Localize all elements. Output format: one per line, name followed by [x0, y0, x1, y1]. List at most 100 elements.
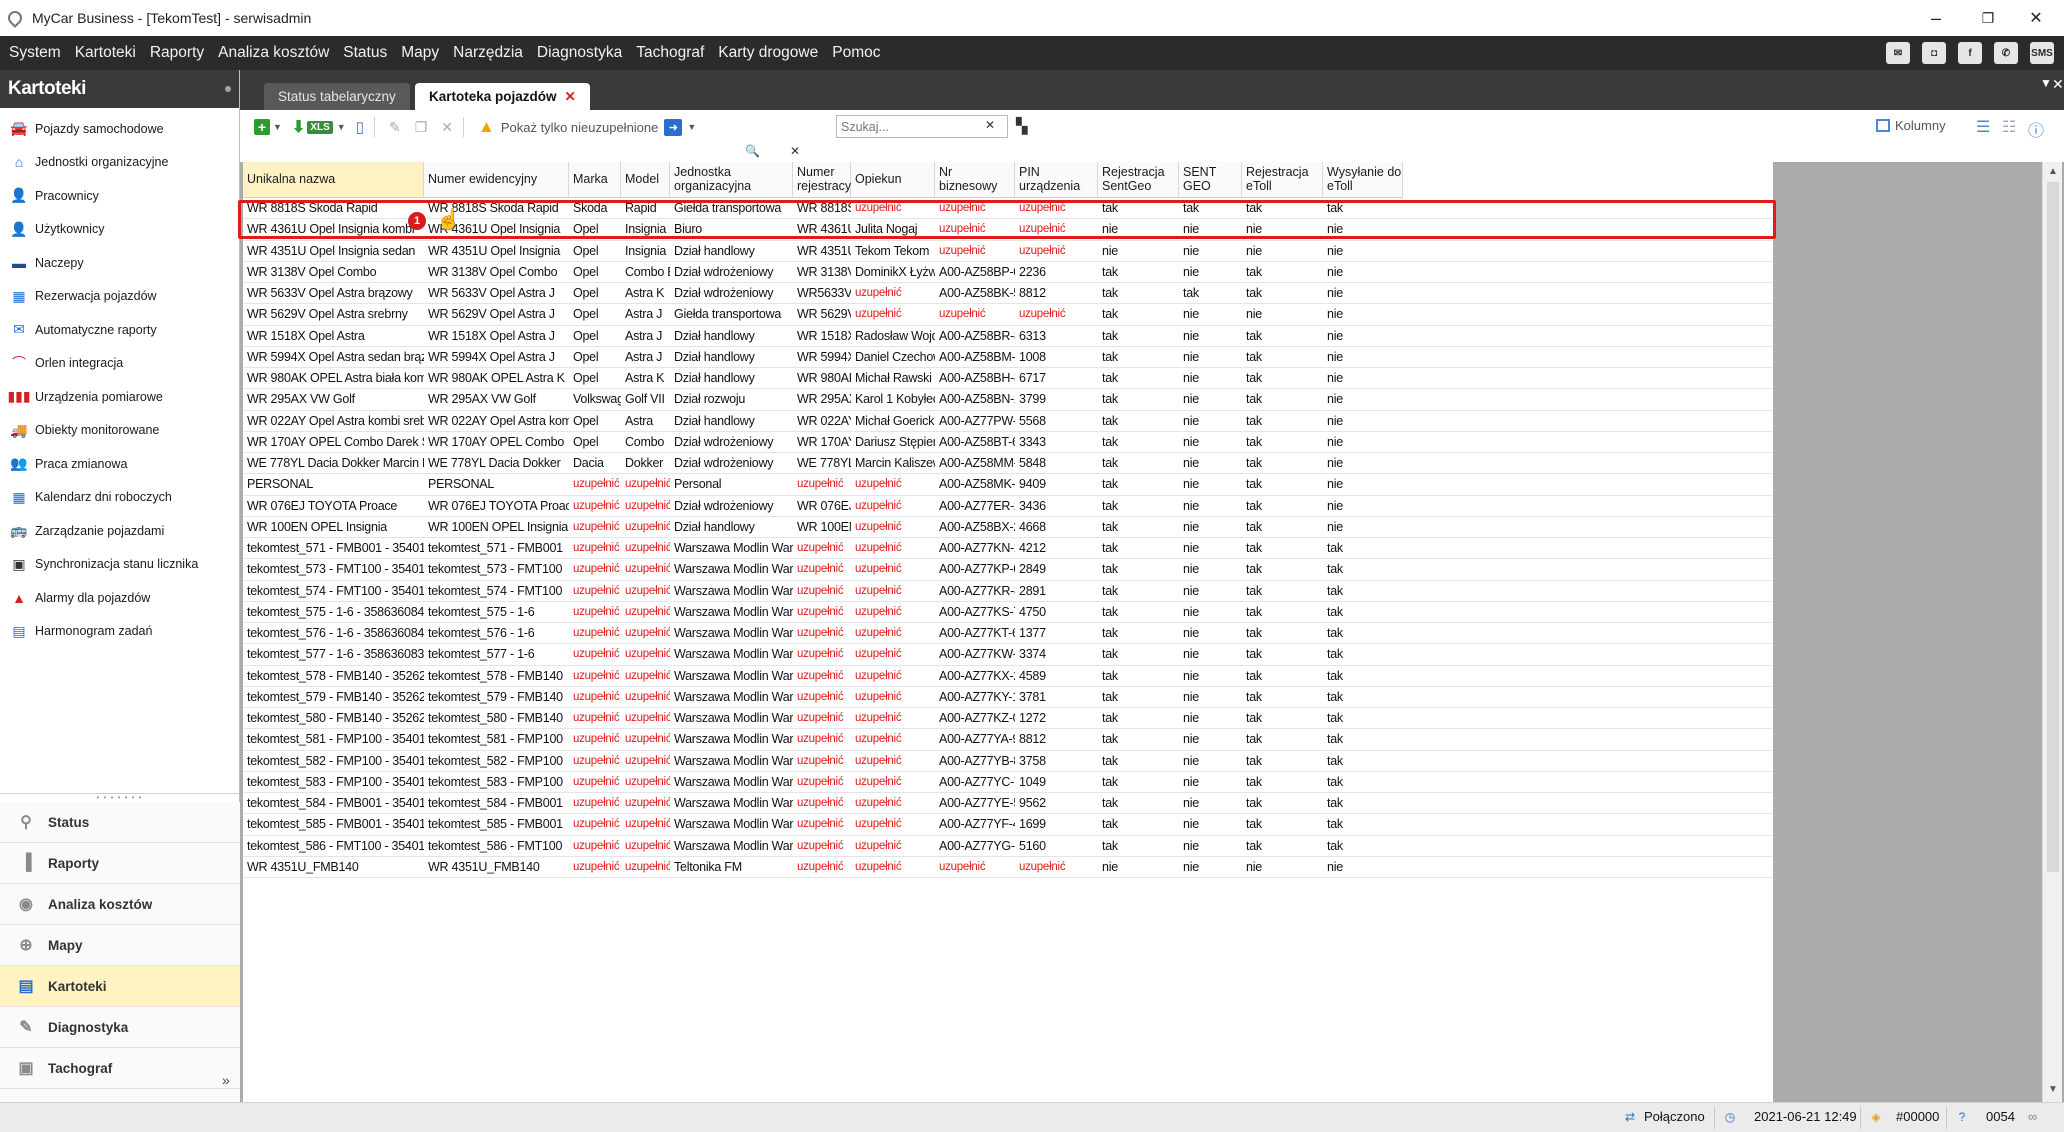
- nav-item-16[interactable]: ▤ Harmonogram zadań: [0, 615, 239, 649]
- module-6[interactable]: ✎ Diagnostyka: [0, 1007, 240, 1048]
- table-row[interactable]: tekomtest_574 - FMT100 - 354018117321...…: [243, 581, 1773, 602]
- tab-menu-chevron-icon[interactable]: ▼: [2040, 76, 2052, 90]
- table-row[interactable]: WR 4351U Opel Insignia sedan WR 4351U Ope…: [243, 241, 1773, 262]
- sms-icon[interactable]: SMS: [2030, 42, 2054, 64]
- menu-tachograf[interactable]: Tachograf: [629, 36, 711, 70]
- column-header[interactable]: Numer ewidencyjny: [424, 162, 569, 198]
- table-row[interactable]: WR 295AX VW Golf WR 295AX VW Golf Volkswag…: [243, 389, 1773, 411]
- column-header[interactable]: SENT GEO: [1179, 162, 1242, 198]
- table-row[interactable]: tekomtest_582 - FMP100 - 354018113284...…: [243, 751, 1773, 772]
- table-row[interactable]: WR 5633V Opel Astra brązowy WR 5633V Opel…: [243, 283, 1773, 305]
- vertical-scrollbar[interactable]: ▲ ▼: [2042, 162, 2062, 1102]
- module-1[interactable]: ⚲ Status: [0, 802, 240, 843]
- column-header[interactable]: Unikalna nazwa: [243, 162, 424, 198]
- menu-karty-drogowe[interactable]: Karty drogowe: [711, 36, 825, 70]
- module-4[interactable]: ⊕ Mapy: [0, 925, 240, 966]
- table-row[interactable]: WR 3138V Opel Combo WR 3138V Opel Combo Op…: [243, 262, 1773, 283]
- table-row[interactable]: tekomtest_576 - 1-6 - 358636084737336 tek…: [243, 623, 1773, 645]
- menu-status[interactable]: Status: [336, 36, 394, 70]
- add-icon[interactable]: +: [254, 119, 270, 135]
- table-row[interactable]: WR 5629V Opel Astra srebrny WR 5629V Opel…: [243, 304, 1773, 326]
- mail-icon[interactable]: ✉: [1886, 42, 1910, 64]
- close-window-button[interactable]: ✕: [2008, 0, 2064, 36]
- nav-item-12[interactable]: ▦ Kalendarz dni roboczych: [0, 481, 239, 515]
- nav-item-10[interactable]: 🚚 Obiekty monitorowane: [0, 414, 239, 448]
- table-row[interactable]: tekomtest_581 - FMP100 - 354018114960...…: [243, 729, 1773, 751]
- table-row[interactable]: tekomtest_571 - FMB001 - 354018114178...…: [243, 538, 1773, 560]
- edit-icon[interactable]: ✎: [389, 116, 401, 138]
- table-row[interactable]: WR 5994X Opel Astra sedan brązowy WR 5994…: [243, 347, 1773, 368]
- list-view-icon[interactable]: ☰: [1976, 117, 1990, 137]
- close-tab-icon[interactable]: ✕: [565, 89, 576, 104]
- table-row[interactable]: tekomtest_577 - 1-6 - 358636083103563 tek…: [243, 644, 1773, 666]
- nav-item-4[interactable]: 👤 Użytkownicy: [0, 213, 239, 247]
- menu-diagnostyka[interactable]: Diagnostyka: [530, 36, 629, 70]
- column-search-icon[interactable]: 🔍: [745, 144, 760, 158]
- document-icon[interactable]: ▯: [356, 116, 364, 138]
- detail-view-icon[interactable]: ☷: [2002, 117, 2016, 137]
- binoculars-icon[interactable]: ▚: [1016, 117, 1028, 135]
- table-row[interactable]: tekomtest_578 - FMB140 - 352625694428...…: [243, 666, 1773, 687]
- export-xls-button[interactable]: XLS: [307, 120, 333, 134]
- table-row[interactable]: tekomtest_583 - FMP100 - 354018113448...…: [243, 772, 1773, 793]
- column-header[interactable]: Rejestracja SentGeo: [1098, 162, 1179, 198]
- menu-system[interactable]: System: [0, 36, 68, 70]
- module-3[interactable]: ◉ Analiza kosztów: [0, 884, 240, 925]
- column-header[interactable]: Jednostka organizacyjna: [670, 162, 793, 198]
- table-row[interactable]: WR 022AY Opel Astra kombi srebrna WR 022A…: [243, 411, 1773, 432]
- filter-incomplete-label[interactable]: Pokaż tylko nieuzupełnione: [501, 120, 659, 135]
- table-row[interactable]: WR 4351U_FMB140 WR 4351U_FMB140 uzupełnić u…: [243, 857, 1773, 878]
- menu-raporty[interactable]: Raporty: [143, 36, 211, 70]
- nav-item-8[interactable]: ⌒ Orlen integracja: [0, 347, 239, 381]
- info-icon[interactable]: ⓘ: [2028, 117, 2044, 141]
- table-row[interactable]: WR 4361U Opel Insignia kombi WR 4361U Ope…: [243, 219, 1773, 241]
- table-row[interactable]: WR 100EN OPEL Insignia WR 100EN OPEL Insi…: [243, 517, 1773, 538]
- splitter-grip[interactable]: • • • • • • •: [0, 794, 239, 802]
- tab-status-tabelaryczny[interactable]: Status tabelaryczny: [264, 83, 410, 110]
- nav-item-5[interactable]: ▬ Naczepy: [0, 246, 239, 280]
- module-5[interactable]: ▤ Kartoteki: [0, 966, 240, 1007]
- delete-icon[interactable]: ✕: [441, 116, 453, 138]
- table-row[interactable]: tekomtest_573 - FMT100 - 354018113296...…: [243, 559, 1773, 581]
- filter-toggle-button[interactable]: ➜: [664, 118, 683, 136]
- nav-item-13[interactable]: 🚌 Zarządzanie pojazdami: [0, 514, 239, 548]
- scroll-thumb[interactable]: [2047, 182, 2059, 872]
- column-header[interactable]: Nr biznesowy: [935, 162, 1015, 198]
- module-7[interactable]: ▣ Tachograf: [0, 1048, 240, 1089]
- column-header[interactable]: Opiekun: [851, 162, 935, 198]
- table-row[interactable]: tekomtest_586 - FMT100 - 354017112451...…: [243, 836, 1773, 857]
- table-row[interactable]: WR 076EJ TOYOTA Proace WR 076EJ TOYOTA Pr…: [243, 496, 1773, 517]
- nav-item-6[interactable]: ▦ Rezerwacja pojazdów: [0, 280, 239, 314]
- menu-mapy[interactable]: Mapy: [394, 36, 446, 70]
- search-input[interactable]: [836, 115, 1008, 138]
- menu-kartoteki[interactable]: Kartoteki: [68, 36, 143, 70]
- menu-analiza-kosztow[interactable]: Analiza kosztów: [211, 36, 336, 70]
- search-clear-icon[interactable]: ✕: [985, 118, 995, 132]
- table-row[interactable]: WR 1518X Opel Astra WR 1518X Opel Astra J…: [243, 326, 1773, 347]
- columns-button[interactable]: Kolumny: [1876, 118, 1946, 133]
- facebook-icon[interactable]: f: [1958, 42, 1982, 64]
- table-row[interactable]: WR 980AK OPEL Astra biała kombi WR 980AK …: [243, 368, 1773, 390]
- table-row[interactable]: tekomtest_584 - FMB001 - 354018113604...…: [243, 793, 1773, 815]
- module-2[interactable]: ▐ Raporty: [0, 843, 240, 884]
- column-header[interactable]: Marka: [569, 162, 621, 198]
- nav-item-9[interactable]: ▮▮▮ Urządzenia pomiarowe: [0, 380, 239, 414]
- minimize-button[interactable]: –: [1908, 0, 1964, 36]
- pin-icon[interactable]: [225, 86, 231, 92]
- nav-item-7[interactable]: ✉ Automatyczne raporty: [0, 313, 239, 347]
- link-icon[interactable]: ∞: [2028, 1109, 2037, 1124]
- nav-item-15[interactable]: ▲ Alarmy dla pojazdów: [0, 581, 239, 615]
- table-row[interactable]: PERSONAL PERSONAL uzupełnić uzupełnić Person…: [243, 474, 1773, 496]
- download-icon[interactable]: ⬇: [292, 116, 305, 138]
- table-row[interactable]: WR 170AY OPEL Combo Darek Stępień WR 170A…: [243, 432, 1773, 453]
- nav-item-2[interactable]: ⌂ Jednostki organizacyjne: [0, 146, 239, 180]
- table-row[interactable]: tekomtest_580 - FMB140 - 352625694428...…: [243, 708, 1773, 730]
- chevron-down-icon[interactable]: »: [222, 1072, 230, 1088]
- scroll-up-icon[interactable]: ▲: [2048, 166, 2058, 177]
- menu-pomoc[interactable]: Pomoc: [825, 36, 887, 70]
- export-dropdown-icon[interactable]: ▼: [337, 116, 346, 138]
- chat-icon[interactable]: ◘: [1922, 42, 1946, 64]
- phone-icon[interactable]: ✆: [1994, 42, 2018, 64]
- tab-kartoteka-pojazdow[interactable]: Kartoteka pojazdów ✕: [415, 83, 590, 110]
- table-row[interactable]: tekomtest_579 - FMB140 - 352625694427...…: [243, 687, 1773, 708]
